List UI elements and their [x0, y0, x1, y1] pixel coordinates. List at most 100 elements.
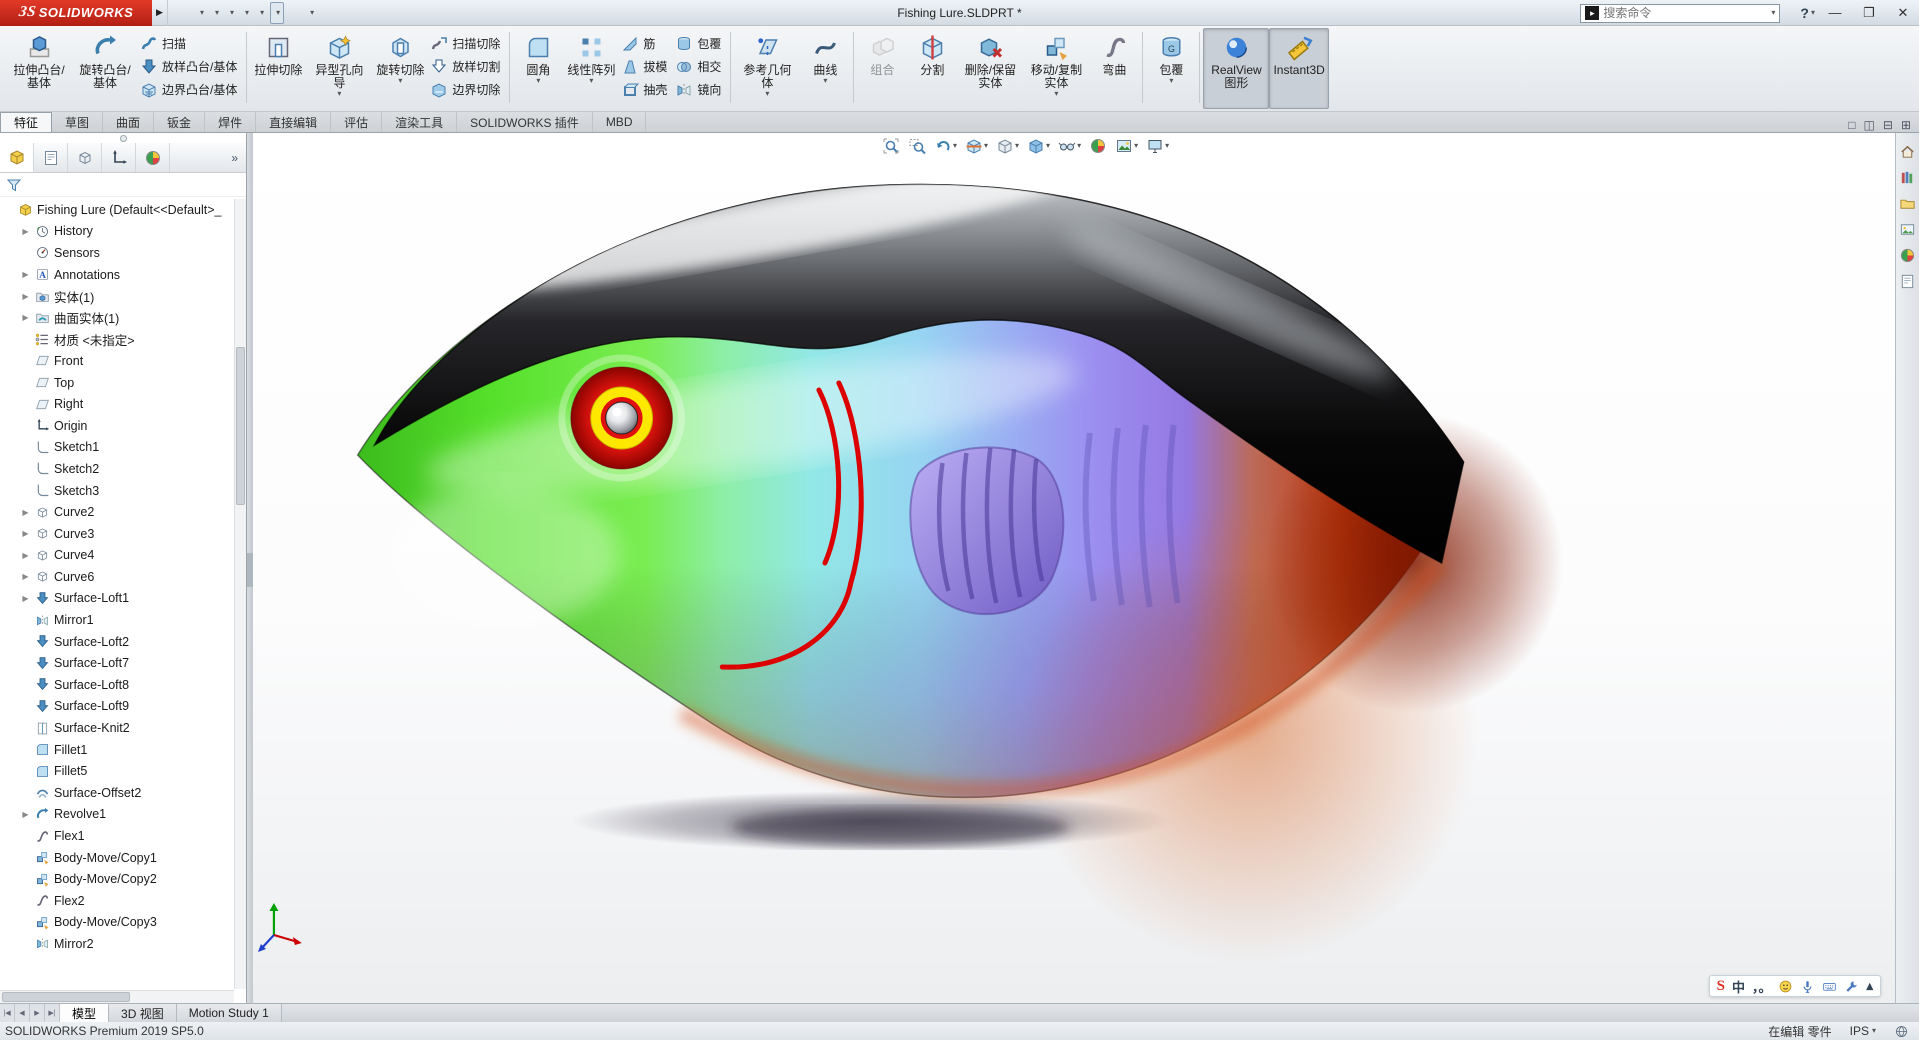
tree-item[interactable]: Mirror1 [0, 609, 234, 631]
ribbon-button-lofted-boss[interactable]: 放样凸台/基体 [138, 56, 243, 77]
section-view-button[interactable]: ▾ [962, 135, 991, 157]
minimize-button[interactable]: — [1825, 5, 1845, 21]
ribbon-button-combine[interactable]: 组合 [857, 28, 907, 109]
ribbon-button-fillet[interactable]: 圆角 ▾ [513, 28, 563, 109]
expander-icon[interactable]: ▶ [20, 270, 31, 279]
panel-tab-featuremanager-tree[interactable] [0, 143, 34, 172]
ribbon-button-delete-keep-body[interactable]: 删除/保留实体 [957, 28, 1023, 109]
expander-icon[interactable]: ▶ [20, 529, 31, 538]
zoom-fit-button[interactable] [879, 135, 903, 157]
scrollbar-thumb[interactable] [236, 347, 245, 505]
tag-globe-icon[interactable] [1894, 1024, 1909, 1039]
ribbon-button-boundary-boss[interactable]: 边界凸台/基体 [138, 79, 243, 100]
sogou-logo[interactable]: S [1717, 978, 1725, 995]
tree-item[interactable]: ▶ Curve6 [0, 566, 234, 588]
single-view-icon[interactable]: □ [1848, 118, 1855, 132]
file-properties-button[interactable] [296, 2, 302, 24]
lang-mode[interactable]: 中 [1732, 977, 1745, 996]
previous-view-button[interactable]: ▾ [931, 135, 960, 157]
tree-item[interactable]: ▶ A Annotations [0, 264, 234, 286]
tree-item[interactable]: Fillet1 [0, 739, 234, 761]
restore-button[interactable]: ❐ [1859, 5, 1879, 21]
home-button[interactable] [186, 2, 192, 24]
ribbon-button-instant3d[interactable]: Instant3D [1269, 28, 1329, 109]
toolbox-icon[interactable] [1844, 979, 1859, 994]
save-button[interactable]: ▾ [225, 2, 237, 24]
print-button[interactable]: ▾ [240, 2, 252, 24]
tree-item[interactable]: Front [0, 350, 234, 372]
ribbon-button-reference-geometry[interactable]: 参考几何体 ▾ [734, 28, 800, 109]
tab-草图[interactable]: 草图 [52, 112, 104, 132]
punctuation[interactable]: ，。 [1752, 977, 1772, 996]
home-button[interactable] [1899, 143, 1916, 160]
unit-system-selector[interactable]: IPS ▾ [1850, 1024, 1876, 1038]
edit-appearance-button[interactable] [1086, 135, 1110, 157]
help-icon[interactable]: ? ▾ [1800, 5, 1815, 21]
panel-tab-configuration-manager[interactable] [68, 143, 102, 172]
tab-MBD[interactable]: MBD [593, 112, 647, 132]
tab-nav-next-button[interactable]: ▶ [30, 1004, 45, 1022]
tab-焊件[interactable]: 焊件 [205, 112, 257, 132]
view-settings-button[interactable]: ▾ [1143, 135, 1172, 157]
new-document-button[interactable]: ▾ [195, 2, 207, 24]
ribbon-button-split[interactable]: 分割 [907, 28, 957, 109]
tab-评估[interactable]: 评估 [331, 112, 383, 132]
tree-item[interactable]: ▶ Surface-Loft1 [0, 588, 234, 610]
tree-item[interactable]: Right [0, 393, 234, 415]
tree-item[interactable]: Sensors [0, 242, 234, 264]
tab-直接编辑[interactable]: 直接编辑 [256, 112, 332, 132]
panel-grip-handle[interactable] [0, 133, 246, 143]
panel-tab-display-manager[interactable] [136, 143, 170, 172]
appearances-button[interactable] [1899, 247, 1916, 264]
expander-icon[interactable]: ▶ [20, 810, 31, 819]
tab-曲面[interactable]: 曲面 [103, 112, 155, 132]
ribbon-button-extruded-boss[interactable]: 拉伸凸台/基体 [6, 28, 72, 109]
search-caret-icon[interactable]: ▾ [1771, 9, 1775, 17]
ribbon-button-realview-graphics[interactable]: RealView 图形 [1203, 28, 1270, 109]
ribbon-button-wrap[interactable]: 包覆 [673, 33, 727, 54]
ribbon-button-linear-pattern[interactable]: 线性阵列 ▾ [563, 28, 619, 109]
expander-icon[interactable]: ▶ [20, 227, 31, 236]
ribbon-button-move-copy-body[interactable]: 移动/复制实体 ▾ [1023, 28, 1089, 109]
search-input[interactable] [1603, 6, 1764, 20]
display-style-button[interactable]: ▾ [1024, 135, 1053, 157]
tree-item[interactable]: Mirror2 [0, 933, 234, 955]
expander-icon[interactable]: ▶ [20, 572, 31, 581]
ribbon-button-revolved-cut[interactable]: 旋转切除 ▾ [372, 28, 428, 109]
hide-show-items-button[interactable]: ▾ [1055, 135, 1084, 157]
tree-item[interactable]: Fillet5 [0, 760, 234, 782]
tree-item[interactable]: Sketch2 [0, 458, 234, 480]
collapse[interactable]: ▴ [1866, 978, 1873, 994]
doc-tab-模型[interactable]: 模型 [60, 1004, 110, 1022]
expander-icon[interactable]: ▶ [20, 508, 31, 517]
ribbon-button-curves[interactable]: 曲线 ▾ [800, 28, 850, 109]
file-explorer-button[interactable] [1899, 195, 1916, 212]
menu-flyout-arrow-icon[interactable]: ▶ [152, 0, 168, 26]
ribbon-button-hole-wizard[interactable]: 异型孔向导 ▾ [306, 28, 372, 109]
tree-item[interactable]: Surface-Loft7 [0, 652, 234, 674]
tree-item[interactable]: Body-Move/Copy2 [0, 868, 234, 890]
tree-item[interactable]: Origin [0, 415, 234, 437]
ribbon-button-swept-cut[interactable]: 扫描切除 [428, 33, 506, 54]
graphics-viewport[interactable]: ▾ ▾ ▾ ▾ ▾ ▾ ▾ S 中，。 ▴ [253, 133, 1895, 1003]
rebuild-traffic-light-button[interactable] [287, 2, 293, 24]
tree-item[interactable]: ▶ 曲面实体(1) [0, 307, 234, 329]
apply-scene-button[interactable]: ▾ [1112, 135, 1141, 157]
scrollbar-thumb[interactable] [2, 992, 130, 1002]
tree-item[interactable]: Body-Move/Copy1 [0, 847, 234, 869]
tab-nav-first-button[interactable]: |◀ [0, 1004, 15, 1022]
tree-item[interactable]: 材质 <未指定> [0, 329, 234, 351]
tab-nav-previous-button[interactable]: ◀ [15, 1004, 30, 1022]
tree-item[interactable]: ▶ Curve3 [0, 523, 234, 545]
ribbon-button-flex-bend[interactable]: 弯曲 [1089, 28, 1139, 109]
expander-icon[interactable]: ▶ [20, 551, 31, 560]
tree-item[interactable]: ▶ Curve4 [0, 545, 234, 567]
tree-item[interactable]: Surface-Offset2 [0, 782, 234, 804]
tree-item[interactable]: Surface-Knit2 [0, 717, 234, 739]
emoji-icon[interactable] [1778, 979, 1793, 994]
filter-funnel-icon[interactable] [5, 176, 23, 194]
tree-item[interactable]: ▶ History [0, 221, 234, 243]
design-library-button[interactable] [1899, 169, 1916, 186]
tree-item[interactable]: Flex2 [0, 890, 234, 912]
tree-horizontal-scrollbar[interactable] [0, 990, 234, 1003]
